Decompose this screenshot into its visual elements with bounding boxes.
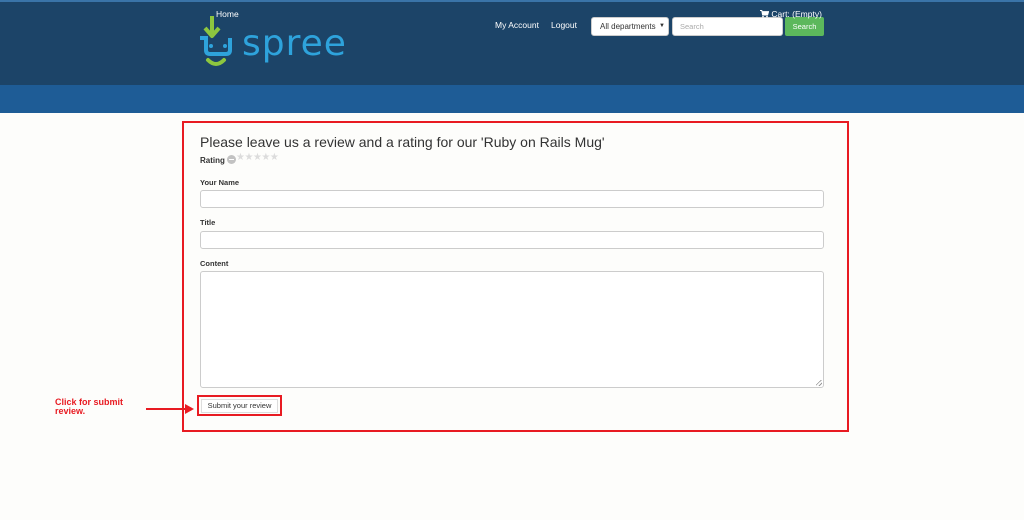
shopping-cart-icon — [760, 10, 770, 18]
logout-link[interactable]: Logout — [551, 20, 577, 30]
content-textarea[interactable] — [200, 271, 824, 388]
search-button[interactable]: Search — [785, 17, 824, 36]
main-nav — [0, 85, 1024, 113]
star-icon[interactable]: ★ — [244, 152, 253, 163]
department-select-value: All departments — [600, 22, 656, 31]
star-icon[interactable]: ★ — [270, 152, 279, 163]
rating-stars[interactable]: ★★★★★ — [236, 152, 279, 163]
search-input[interactable]: Search — [672, 17, 783, 36]
site-header: spree — [0, 0, 1024, 85]
arrow-right-icon — [185, 404, 194, 414]
title-field-label: Title — [200, 218, 216, 227]
chevron-down-icon: ▼ — [659, 23, 665, 29]
submit-review-button[interactable]: Submit your review — [201, 399, 278, 413]
content-field-label: Content — [200, 259, 229, 268]
cart-label: Cart: (Empty) — [771, 9, 822, 19]
rating-cancel-icon[interactable] — [227, 155, 236, 164]
spree-logo-icon[interactable] — [200, 16, 240, 72]
rating-label: Rating — [200, 156, 225, 165]
star-icon[interactable]: ★ — [261, 152, 270, 163]
department-select[interactable]: All departments ▼ — [591, 17, 669, 36]
name-field-label: Your Name — [200, 178, 240, 187]
title-field[interactable] — [200, 231, 824, 249]
cart-link[interactable]: Cart: (Empty) — [760, 9, 822, 19]
logo-wordmark[interactable]: spree — [242, 22, 347, 66]
name-field[interactable] — [200, 190, 824, 208]
annotation-text: Click for submit review. — [55, 397, 124, 416]
my-account-link[interactable]: My Account — [495, 20, 539, 30]
annotation-arrow-line — [146, 408, 186, 410]
resize-grip-icon[interactable] — [816, 380, 822, 386]
nav-home-link[interactable]: Home — [216, 9, 239, 19]
review-form-title: Please leave us a review and a rating fo… — [200, 134, 605, 150]
